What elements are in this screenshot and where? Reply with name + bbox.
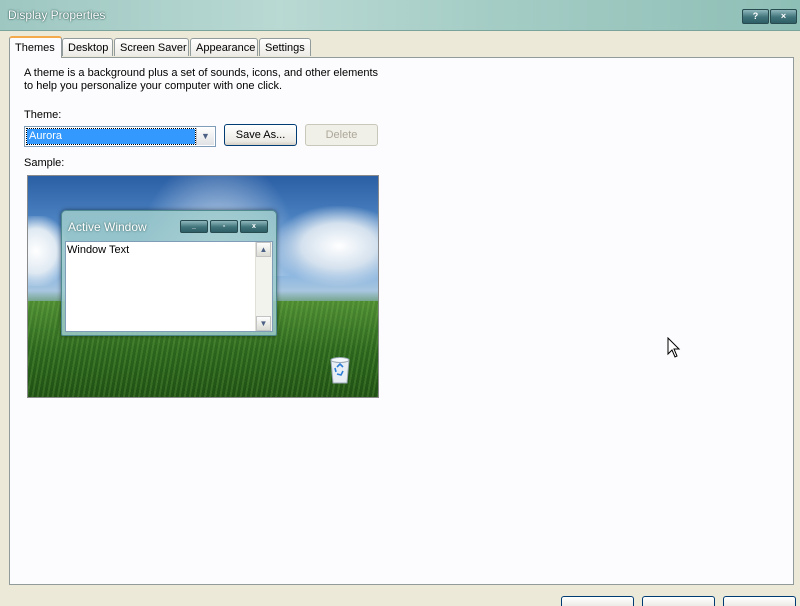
scroll-up-icon: ▲: [256, 242, 271, 257]
minimize-icon: _: [180, 220, 208, 233]
window-title: Display Properties: [8, 8, 106, 22]
theme-sample-preview: Active Window _ ▫ x Window Text ▲ ▼: [27, 175, 379, 398]
cancel-button[interactable]: [642, 596, 715, 606]
close-button[interactable]: ×: [770, 9, 797, 24]
tab-themes[interactable]: Themes: [9, 36, 62, 58]
dropdown-arrow-icon[interactable]: ▼: [196, 128, 214, 145]
sample-label: Sample:: [24, 157, 65, 169]
title-bar: Display Properties ? ×: [0, 0, 800, 31]
sample-window-client: Window Text ▲ ▼: [65, 241, 273, 332]
sample-window-title: Active Window: [68, 220, 147, 234]
save-as-button[interactable]: Save As...: [224, 124, 297, 146]
sample-scrollbar: ▲ ▼: [255, 242, 272, 331]
description-line-2: to help you personalize your computer wi…: [24, 80, 283, 92]
close-icon: ×: [780, 11, 787, 21]
ok-button[interactable]: [561, 596, 634, 606]
theme-dropdown[interactable]: Aurora ▼: [24, 126, 216, 147]
theme-label: Theme:: [24, 109, 62, 121]
scroll-down-icon: ▼: [256, 316, 271, 331]
close-icon: x: [240, 220, 268, 233]
tab-screen-saver[interactable]: Screen Saver: [114, 38, 189, 56]
cloud-right: [273, 206, 378, 286]
delete-button[interactable]: Delete: [305, 124, 378, 146]
recycle-bin-icon: [330, 357, 350, 384]
description-line-1: A theme is a background plus a set of so…: [24, 67, 379, 79]
tab-settings[interactable]: Settings: [259, 38, 311, 56]
maximize-icon: ▫: [210, 220, 238, 233]
tab-desktop[interactable]: Desktop: [62, 38, 113, 56]
tab-appearance[interactable]: Appearance: [190, 38, 258, 56]
sample-window-text: Window Text: [67, 244, 130, 256]
theme-selected-value: Aurora: [26, 128, 196, 145]
theme-description: A theme is a background plus a set of so…: [24, 67, 378, 93]
help-button[interactable]: ?: [742, 9, 769, 24]
mouse-cursor-icon: [667, 337, 681, 358]
apply-button[interactable]: [723, 596, 796, 606]
sample-active-window: Active Window _ ▫ x Window Text ▲ ▼: [61, 210, 277, 336]
help-icon: ?: [752, 11, 759, 21]
